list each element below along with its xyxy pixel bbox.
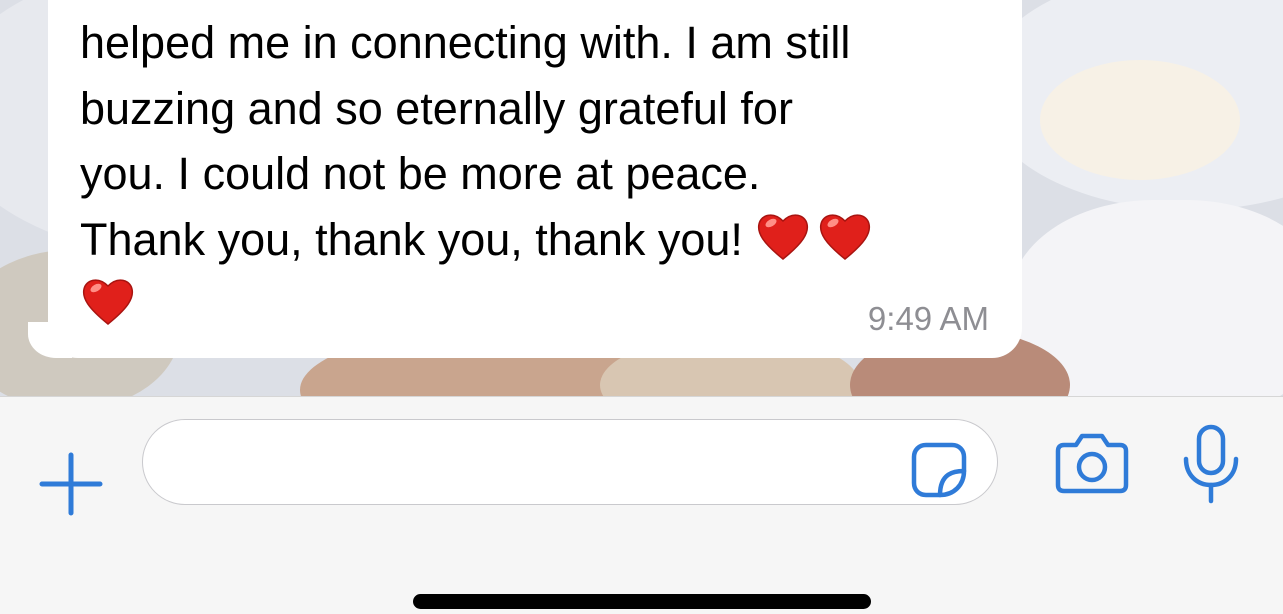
message-input[interactable] bbox=[142, 419, 998, 505]
message-line: Thank you, thank you, thank you! bbox=[80, 213, 743, 265]
sticker-icon[interactable] bbox=[910, 441, 968, 499]
message-timestamp: 9:49 AM bbox=[867, 300, 989, 337]
camera-icon[interactable] bbox=[1054, 427, 1130, 497]
red-heart-icon bbox=[817, 209, 873, 265]
home-indicator bbox=[413, 594, 871, 609]
plus-icon[interactable] bbox=[36, 449, 106, 519]
composer-bar bbox=[0, 396, 1283, 614]
red-heart-icon bbox=[80, 274, 136, 330]
red-heart-icon bbox=[755, 209, 811, 265]
message-text: helped me in connecting with. I am still… bbox=[80, 10, 990, 338]
chat-screen: helped me in connecting with. I am still… bbox=[0, 0, 1283, 614]
microphone-icon[interactable] bbox=[1180, 423, 1242, 505]
message-line: helped me in connecting with. I am still bbox=[80, 17, 851, 68]
message-line: you. I could not be more at peace. bbox=[80, 148, 761, 199]
message-line: buzzing and so eternally grateful for bbox=[80, 82, 793, 134]
